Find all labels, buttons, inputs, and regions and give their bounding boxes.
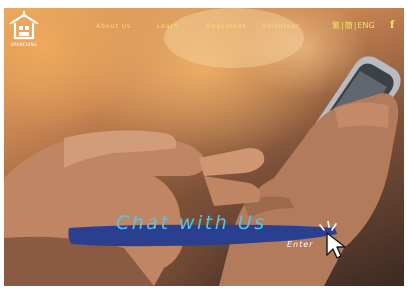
nav-resources[interactable]: Resources xyxy=(207,23,247,30)
language-switcher: 繁|簡|ENG xyxy=(332,20,375,31)
pointer-cursor-icon xyxy=(319,221,346,259)
chat-with-us-title[interactable]: Chat with Us xyxy=(116,212,267,234)
lang-divider: | xyxy=(353,21,357,30)
lang-simplified[interactable]: 簡 xyxy=(345,21,353,30)
nav-about-us[interactable]: About Us xyxy=(96,23,131,30)
nav-learn[interactable]: Learn xyxy=(157,23,179,30)
lang-traditional[interactable]: 繁 xyxy=(332,21,340,30)
lang-english[interactable]: ENG xyxy=(357,21,374,30)
lang-divider: | xyxy=(341,21,344,30)
facebook-icon[interactable]: f xyxy=(390,20,394,31)
hero-section: BRANCHING About Us Learn Resources Volun… xyxy=(4,8,404,286)
nav-volunteer[interactable]: Volunteer xyxy=(262,23,300,30)
logo-text: BRANCHING xyxy=(11,42,37,47)
chat-enter-button[interactable]: Enter xyxy=(287,240,313,249)
